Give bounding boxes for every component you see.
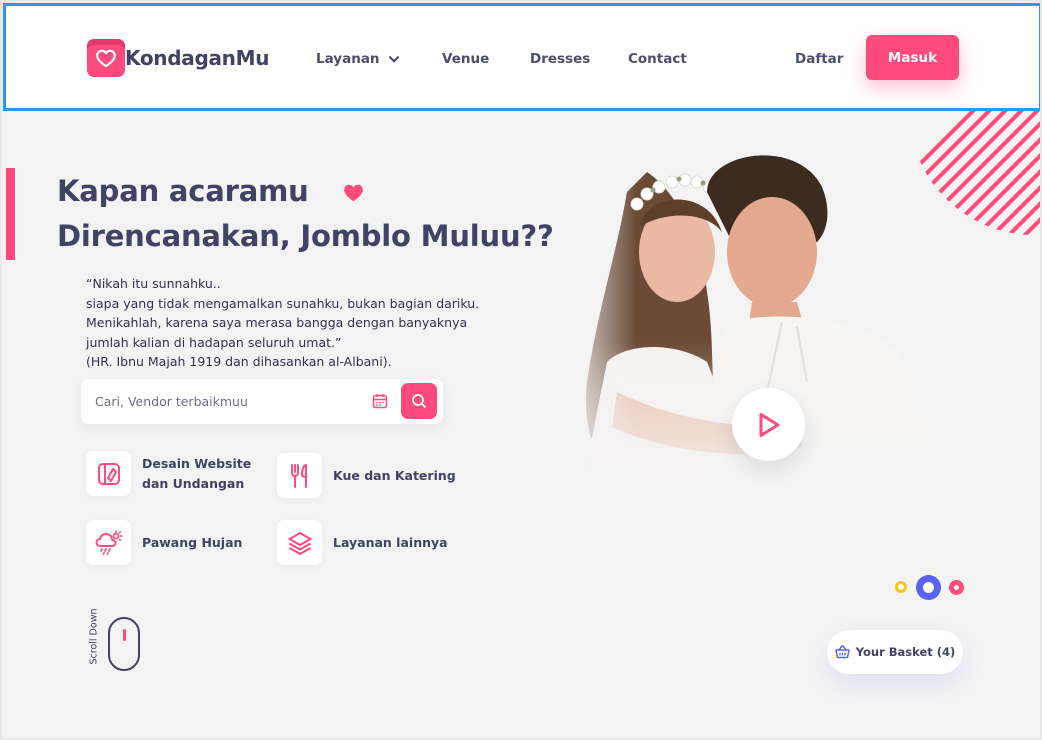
nav-dresses[interactable]: Dresses [530, 51, 590, 67]
play-icon [759, 412, 779, 437]
service-rain-handler[interactable]: Pawang Hujan [86, 520, 242, 565]
quote-line: (HR. Ibnu Majah 1919 dan dihasankan al-A… [86, 354, 392, 369]
weather-icon [86, 520, 131, 565]
service-label: Pawang Hujan [142, 534, 243, 550]
service-design[interactable]: Desain Website dan Undangan [86, 451, 251, 496]
heart-icon [344, 184, 363, 202]
hadith-quote: “Nikah itu sunnahku.. siapa yang tidak m… [86, 274, 526, 372]
landing-page: KondaganMu Layanan Venue Dresses Contact… [0, 0, 1042, 740]
basket-label: Your Basket (4) [855, 645, 956, 659]
login-button[interactable]: Masuk [866, 35, 959, 80]
chevron-down-icon [388, 55, 399, 63]
fork-icon [277, 453, 322, 498]
scroll-down-label: Scroll Down [88, 608, 100, 665]
play-video-button[interactable] [732, 388, 805, 461]
hero-title-line2: Direncanakan, Jomblo Muluu?? [57, 219, 554, 253]
carousel-dot-active[interactable] [916, 575, 941, 600]
service-others[interactable]: Layanan lainnya [277, 520, 448, 565]
hero-title: Kapan acaramu Direncanakan, Jomblo Muluu… [57, 169, 554, 259]
carousel-dot[interactable] [895, 581, 907, 593]
service-label: Kue dan Katering [333, 467, 456, 483]
search-icon [412, 394, 426, 408]
quote-line: “Nikah itu sunnahku.. [86, 276, 221, 291]
service-label: Desain Website dan Undangan [142, 454, 251, 494]
nav-layanan-label: Layanan [316, 51, 380, 67]
nav-layanan[interactable]: Layanan [316, 51, 399, 67]
register-link[interactable]: Daftar [795, 51, 843, 67]
service-label: Layanan lainnya [333, 534, 448, 550]
top-navbar: KondaganMu Layanan Venue Dresses Contact… [3, 3, 1040, 111]
basket-button[interactable]: Your Basket (4) [827, 630, 963, 674]
quote-line: jumlah kalian di hadapan seluruh umat.” [86, 334, 342, 350]
layers-icon [277, 520, 322, 565]
search-input[interactable] [95, 389, 355, 413]
calendar-icon[interactable] [372, 393, 388, 409]
hero-title-line1: Kapan acaramu [57, 174, 309, 208]
service-label-line: Desain Website [142, 455, 252, 471]
logo[interactable]: KondaganMu [87, 39, 269, 77]
design-icon [86, 451, 131, 496]
scroll-mouse-icon[interactable] [108, 617, 140, 671]
basket-icon [834, 645, 850, 659]
service-label-line: dan Undangan [142, 475, 245, 491]
heart-logo-icon [87, 39, 125, 77]
quote-line: siapa yang tidak mengamalkan sunahku, bu… [86, 295, 480, 311]
quote-line: Menikahlah, karena saya merasa bangga de… [86, 315, 468, 330]
vendor-search-bar [81, 379, 443, 424]
carousel-dot[interactable] [949, 580, 964, 595]
accent-bar [6, 168, 15, 260]
mouse-wheel [123, 629, 126, 641]
service-catering[interactable]: Kue dan Katering [277, 453, 456, 498]
brand-name: KondaganMu [125, 46, 270, 70]
nav-venue[interactable]: Venue [442, 51, 489, 67]
nav-contact[interactable]: Contact [628, 51, 687, 67]
search-button[interactable] [401, 383, 437, 419]
